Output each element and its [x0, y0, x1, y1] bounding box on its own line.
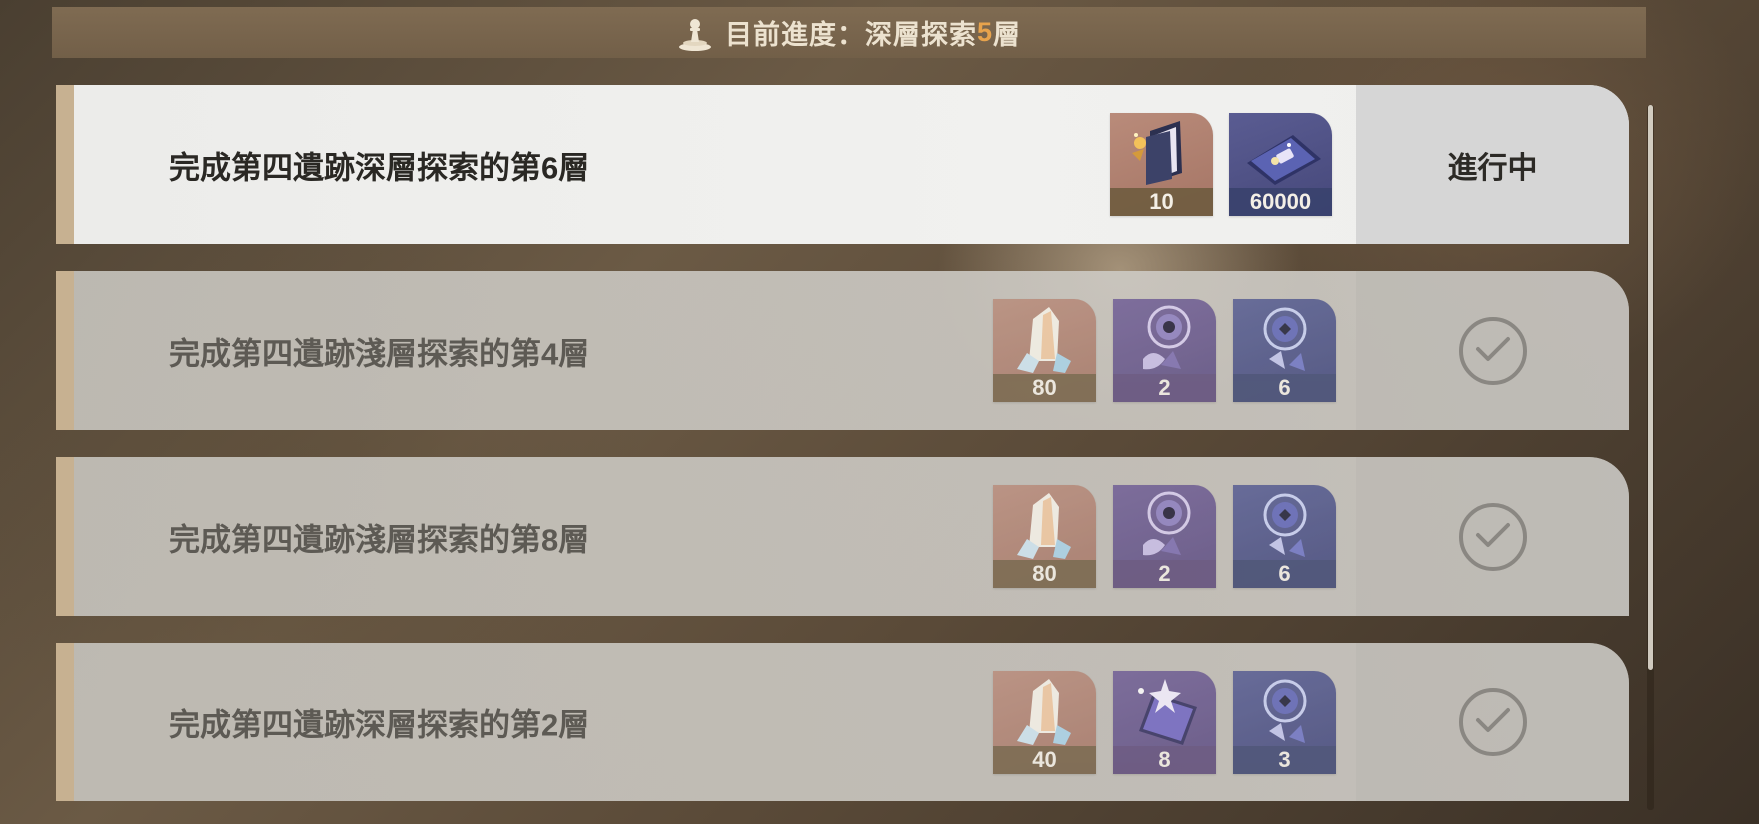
- reward-item[interactable]: 10: [1110, 113, 1213, 216]
- dreamcatcher-icon: [1143, 491, 1191, 556]
- reward-item[interactable]: 3: [1233, 671, 1336, 774]
- reward-count: 3: [1233, 746, 1336, 774]
- reward-item[interactable]: 2: [1113, 485, 1216, 588]
- completed-check-icon: [1458, 502, 1527, 571]
- reward-count: 40: [993, 746, 1096, 774]
- book-icon: [1132, 121, 1182, 185]
- completed-check-icon: [1458, 316, 1527, 385]
- chess-pawn-icon: [678, 18, 711, 51]
- reward-count: 2: [1113, 560, 1216, 588]
- task-title: 完成第四遺跡深層探索的第2層: [169, 707, 590, 743]
- row-accent-bar: [56, 271, 74, 430]
- task-title: 完成第四遺跡淺層探索的第4層: [169, 336, 590, 371]
- task-row[interactable]: 完成第四遺跡淺層探索的第8層 80 2 6: [56, 457, 1629, 616]
- reward-count: 2: [1113, 374, 1216, 402]
- task-row[interactable]: 完成第四遺跡淺層探索的第4層 80 2 6: [56, 271, 1629, 430]
- crystal-icon: [1017, 493, 1071, 559]
- progress-header: 目前進度：深層探索 5 層: [52, 7, 1646, 58]
- status-area: [1356, 457, 1629, 616]
- dreamcatcher-icon: [1143, 305, 1191, 370]
- reward-count: 60000: [1229, 188, 1332, 216]
- row-accent-bar: [56, 643, 74, 801]
- reward-count: 6: [1233, 560, 1336, 588]
- status-area: [1356, 271, 1629, 430]
- ticket-icon: [1138, 679, 1197, 745]
- card-icon: [1247, 135, 1321, 185]
- task-title: 完成第四遺跡淺層探索的第8層: [169, 522, 590, 557]
- progress-label: 目前進度：深層探索: [724, 20, 977, 50]
- task-title: 完成第四遺跡深層探索的第6層: [169, 150, 590, 185]
- reward-item[interactable]: 6: [1233, 485, 1336, 588]
- reward-item[interactable]: 6: [1233, 299, 1336, 402]
- reward-count: 80: [993, 374, 1096, 402]
- progress-suffix: 層: [993, 20, 1022, 50]
- dreamcatcher-icon: [1263, 679, 1307, 743]
- reward-count: 6: [1233, 374, 1336, 402]
- reward-count: 10: [1110, 188, 1213, 216]
- reward-item[interactable]: 8: [1113, 671, 1216, 774]
- crystal-icon: [1017, 307, 1071, 373]
- crystal-icon: [1017, 679, 1071, 745]
- status-label: 進行中: [1447, 151, 1538, 185]
- reward-count: 8: [1113, 746, 1216, 774]
- dreamcatcher-icon: [1263, 493, 1307, 557]
- task-row[interactable]: 完成第四遺跡深層探索的第2層 40 8 3: [56, 643, 1629, 801]
- progress-value: 5: [976, 17, 994, 47]
- status-area: 進行中: [1356, 85, 1629, 244]
- task-row[interactable]: 完成第四遺跡深層探索的第6層 10 60000 進行中: [56, 85, 1629, 244]
- status-area: [1356, 643, 1629, 801]
- reward-item[interactable]: 80: [993, 485, 1096, 588]
- reward-item[interactable]: 40: [993, 671, 1096, 774]
- row-accent-bar: [56, 85, 74, 244]
- completed-check-icon: [1458, 688, 1527, 756]
- reward-item[interactable]: 80: [993, 299, 1096, 402]
- reward-item[interactable]: 2: [1113, 299, 1216, 402]
- row-accent-bar: [56, 457, 74, 616]
- reward-count: 80: [993, 560, 1096, 588]
- reward-item[interactable]: 60000: [1229, 113, 1332, 216]
- dreamcatcher-icon: [1263, 307, 1307, 371]
- scrollbar-thumb[interactable]: [1648, 105, 1653, 670]
